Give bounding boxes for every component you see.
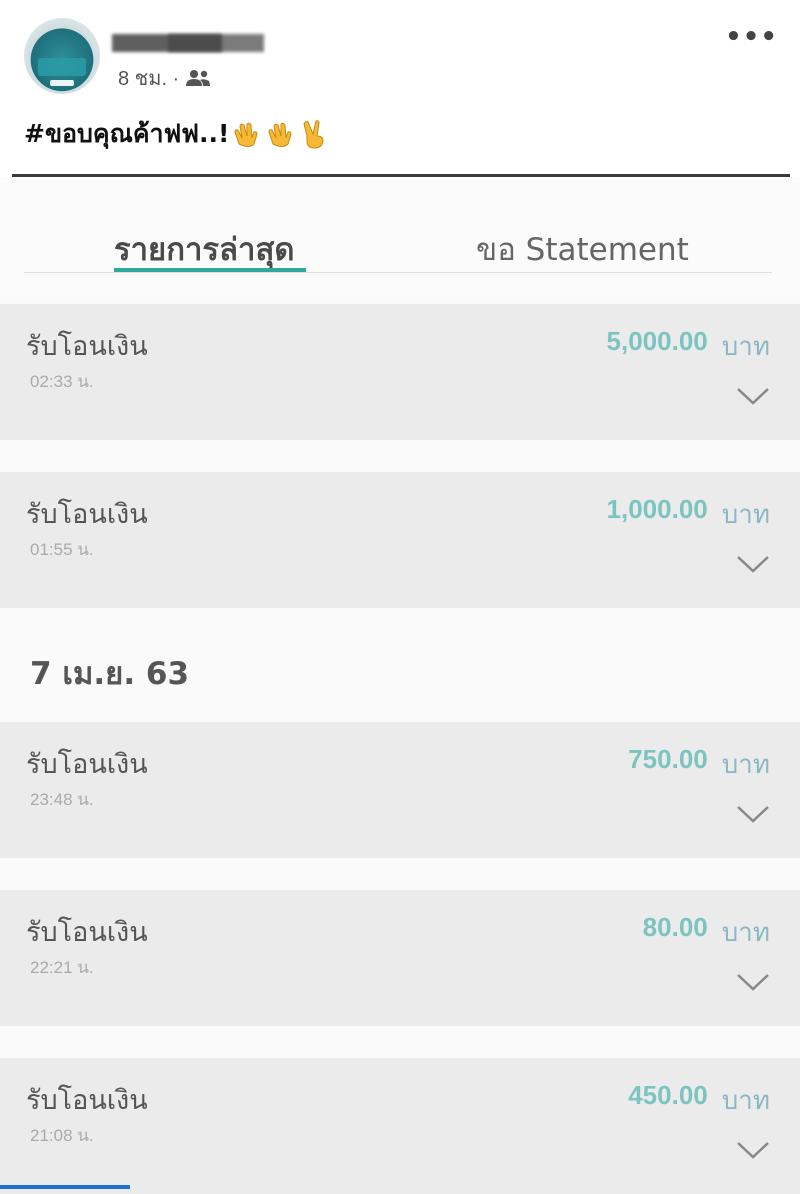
transaction-time: 22:21 น. (30, 958, 94, 977)
tab-divider (24, 272, 772, 273)
transaction-title: รับโอนเงิน (26, 749, 148, 780)
victory-hand-icon (303, 120, 324, 149)
transaction-row[interactable]: รับโอนเงิน 22:21 น. 80.00 บาท (0, 890, 800, 1026)
post-divider (12, 174, 790, 177)
transaction-amount: 750.00 บาท (628, 744, 770, 785)
transaction-title: รับโอนเงิน (26, 917, 148, 948)
transaction-row[interactable]: รับโอนเงิน 01:55 น. 1,000.00 บาท (0, 472, 800, 608)
bank-app-screenshot: รายการล่าสุด ขอ Statement รับโอนเงิน 02:… (0, 178, 800, 1194)
tab-bar: รายการล่าสุด ขอ Statement (0, 178, 800, 298)
chevron-down-icon[interactable] (736, 1140, 770, 1160)
amount-value: 1,000.00 (606, 494, 708, 524)
chevron-down-icon[interactable] (736, 804, 770, 824)
post-caption: #ขอบคุณค้าฟฟ..! (24, 114, 331, 154)
clapping-hands-icon (268, 122, 292, 147)
transaction-amount: 5,000.00 บาท (607, 326, 770, 367)
transaction-row[interactable]: รับโอนเงิน 02:33 น. 5,000.00 บาท (0, 304, 800, 440)
transaction-row[interactable]: รับโอนเงิน 21:08 น. 450.00 บาท (0, 1058, 800, 1194)
date-section: 7 เม.ย. 63 (0, 608, 800, 718)
transaction-amount: 80.00 บาท (643, 912, 770, 953)
amount-currency: บาท (721, 749, 770, 779)
avatar[interactable] (24, 18, 100, 94)
post-meta: 8 ชม. · (118, 62, 211, 94)
more-options-icon[interactable]: ••• (725, 22, 778, 52)
transaction-amount: 1,000.00 บาท (607, 494, 770, 535)
chevron-down-icon[interactable] (736, 386, 770, 406)
avatar-logo (38, 58, 86, 76)
amount-value: 750.00 (628, 744, 708, 774)
clapping-hands-icon (234, 122, 258, 147)
chevron-down-icon[interactable] (736, 554, 770, 574)
scroll-indicator (0, 1185, 130, 1189)
amount-currency: บาท (721, 499, 770, 529)
tab-request-statement[interactable]: ขอ Statement (476, 224, 689, 274)
caption-text: #ขอบคุณค้าฟฟ..! (24, 119, 230, 148)
transaction-title: รับโอนเงิน (26, 499, 148, 530)
amount-value: 5,000.00 (606, 326, 708, 356)
post-header: 8 ชม. · ••• #ขอบคุณค้าฟฟ..! (0, 0, 800, 177)
avatar-logo-sub (50, 80, 74, 86)
amount-currency: บาท (721, 1085, 770, 1115)
chevron-down-icon[interactable] (736, 972, 770, 992)
author-name-redacted-2 (168, 34, 264, 52)
friends-icon (186, 70, 211, 86)
transaction-time: 01:55 น. (30, 540, 94, 559)
amount-currency: บาท (721, 331, 770, 361)
transaction-time: 21:08 น. (30, 1126, 94, 1145)
transaction-row[interactable]: รับโอนเงิน 23:48 น. 750.00 บาท (0, 722, 800, 858)
amount-value: 80.00 (642, 912, 708, 942)
transaction-title: รับโอนเงิน (26, 1085, 148, 1116)
tab-recent-transactions[interactable]: รายการล่าสุด (114, 224, 295, 274)
transaction-time: 23:48 น. (30, 790, 94, 809)
date-header: 7 เม.ย. 63 (30, 656, 190, 692)
transaction-amount: 450.00 บาท (628, 1080, 770, 1121)
transaction-time: 02:33 น. (30, 372, 94, 391)
amount-currency: บาท (721, 917, 770, 947)
post-time[interactable]: 8 ชม. · (118, 62, 179, 94)
amount-value: 450.00 (628, 1080, 708, 1110)
transaction-title: รับโอนเงิน (26, 331, 148, 362)
